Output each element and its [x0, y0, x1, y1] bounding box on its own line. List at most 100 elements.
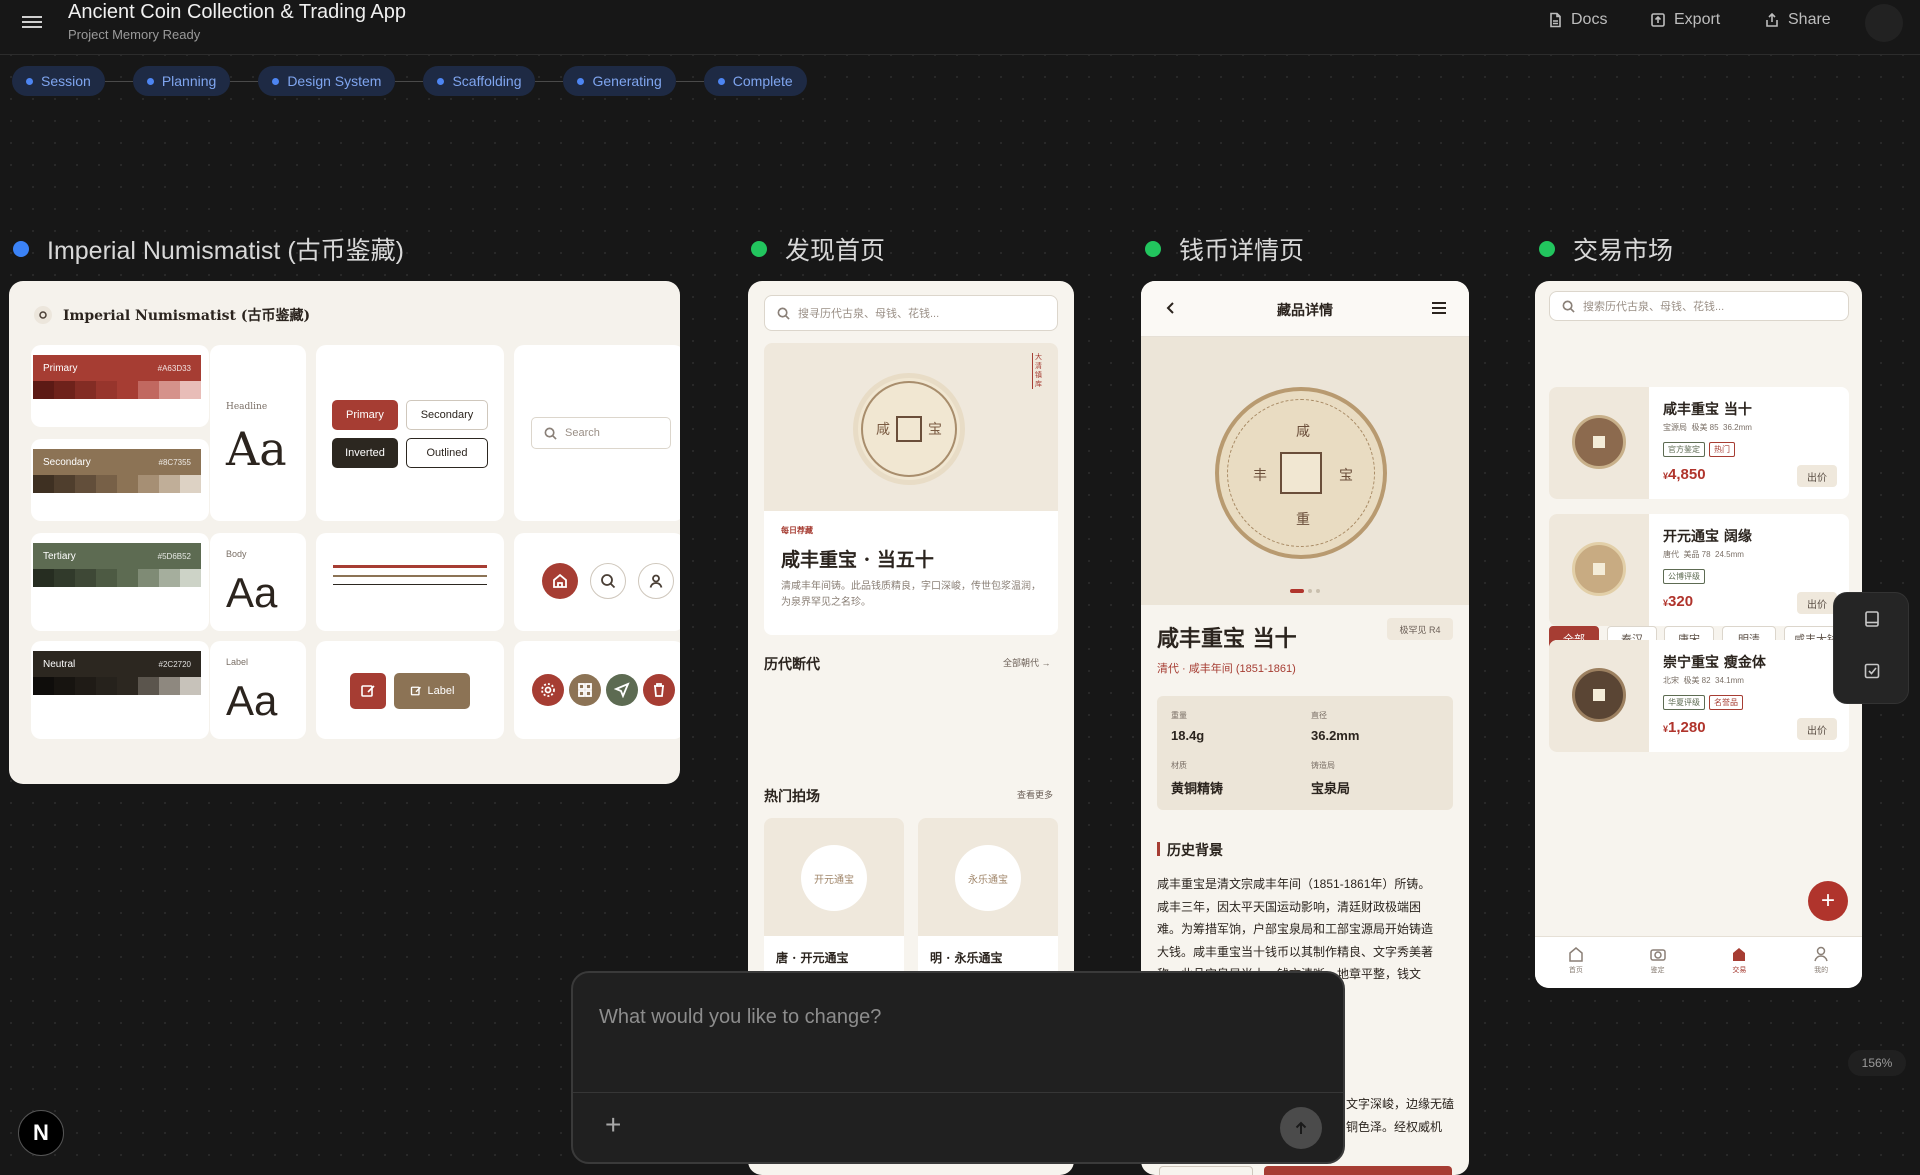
book-tool-button[interactable] [1834, 593, 1910, 645]
type-label-headline: Headline [226, 402, 268, 412]
listing-card[interactable]: 崇宁重宝 瘦金体 北宋 极美 82 34.1mm 华夏评级 名誉品 ¥1,280 … [1549, 640, 1849, 752]
discover-search-input[interactable]: 搜寻历代古泉、母钱、花钱... [764, 295, 1058, 331]
search-icon-button[interactable] [590, 563, 626, 599]
section-title-detail[interactable]: 钱币详情页 [1145, 231, 1304, 267]
section-title-design-system[interactable]: Imperial Numismatist (古币鉴藏) [13, 231, 404, 267]
coin-char: 丰 [1253, 467, 1267, 483]
step-scaffolding[interactable]: Scaffolding [423, 66, 536, 96]
section-title-discover[interactable]: 发现首页 [751, 231, 885, 267]
zoom-level[interactable]: 156% [1848, 1050, 1906, 1076]
divider-neutral [333, 584, 487, 585]
coin-hole [1280, 452, 1322, 494]
shade-chip [117, 381, 138, 399]
listing-card[interactable]: 咸丰重宝 当十 宝源局 极美 85 36.2mm 官方鉴定 热门 ¥4,850 出… [1549, 387, 1849, 499]
nav-appraise[interactable]: 鉴定 [1617, 937, 1699, 988]
edit-icon-button[interactable] [350, 673, 386, 709]
listing-image [1549, 514, 1649, 626]
dynasty-more-link[interactable]: 全部朝代 → [1003, 656, 1051, 669]
secondary-action-button[interactable] [1159, 1166, 1253, 1175]
grid-icon-button[interactable] [569, 674, 601, 706]
bid-button[interactable]: 出价 [1797, 465, 1837, 487]
listing-card[interactable]: 开元通宝 阔缘 唐代 美品 78 24.5mm 公博评级 ¥320 出价 [1549, 514, 1849, 626]
check-tool-button[interactable] [1834, 645, 1910, 697]
coin-face: 咸 宝 [861, 381, 957, 477]
add-listing-button[interactable]: + [1808, 881, 1848, 921]
history-text-more: 文字深峻，边缘无磕 铜色泽。经权威机 [1346, 1093, 1454, 1138]
docs-button[interactable]: Docs [1547, 11, 1607, 29]
history-line: 大钱。咸丰重宝当十钱币以其制作精良、文字秀美著 [1157, 944, 1434, 959]
color-swatch-primary: Primary #A63D33 [33, 355, 201, 401]
auction-card[interactable]: 开元通宝 唐 · 开元通宝 [764, 818, 904, 978]
primary-action-button[interactable] [1264, 1166, 1452, 1175]
bid-button[interactable]: 出价 [1797, 592, 1837, 614]
step-connector [675, 80, 704, 82]
step-generating[interactable]: Generating [563, 66, 676, 96]
market-screen[interactable]: 搜索历代古泉、母钱、花钱... 全部秦汉唐宋明清咸丰大钱 咸丰重宝 当十 宝源局… [1535, 281, 1862, 988]
shade-chip [138, 569, 159, 587]
grid-icon [578, 683, 592, 697]
carousel-dots[interactable] [1290, 589, 1320, 593]
next-logo[interactable]: N [18, 1110, 64, 1156]
shade-chip [33, 381, 54, 399]
history-line: 咸丰三年，因太平天国运动影响，清廷财政极端困 [1157, 899, 1422, 914]
attach-plus-icon[interactable]: + [605, 1109, 621, 1141]
outlined-button-sample[interactable]: Outlined [406, 438, 488, 468]
user-avatar[interactable] [1865, 4, 1903, 42]
type-sample-label: Aa [226, 677, 278, 724]
nav-label: 我的 [1814, 967, 1829, 974]
primary-button-sample[interactable]: Primary [332, 400, 398, 430]
shade-chip [159, 475, 180, 493]
profile-icon-button[interactable] [638, 563, 674, 599]
status-dot-icon [13, 241, 29, 257]
shade-chip [159, 569, 180, 587]
export-button[interactable]: Export [1650, 11, 1720, 29]
secondary-button-sample[interactable]: Secondary [406, 400, 488, 430]
market-search-input[interactable]: 搜索历代古泉、母钱、花钱... [1549, 291, 1849, 321]
project-title[interactable]: Ancient Coin Collection & Trading App [68, 1, 406, 24]
send-button[interactable] [1280, 1107, 1322, 1149]
status-dot-icon [437, 77, 445, 85]
auction-card[interactable]: 永乐通宝 明 · 永乐通宝 [918, 818, 1058, 978]
step-complete[interactable]: Complete [703, 66, 807, 96]
settings-icon-button[interactable] [532, 674, 564, 706]
shade-chip [54, 381, 75, 399]
action-icon-card [514, 641, 680, 739]
project-status: Project Memory Ready [68, 27, 201, 42]
feature-card[interactable]: 咸 宝 大清镇库 每日荐藏 咸丰重宝 · 当五十 清咸丰年间铸。此品钱质精良，字… [764, 343, 1058, 635]
section-label: Imperial Numismatist (古币鉴藏) [47, 237, 404, 265]
share-button[interactable]: Share [1764, 11, 1831, 29]
trash-icon [654, 683, 664, 697]
step-session[interactable]: Session [12, 66, 105, 96]
listing-image [1549, 387, 1649, 499]
search-icon [1562, 300, 1575, 313]
type-card-label: Label Aa [210, 641, 306, 739]
send-icon-button[interactable] [606, 674, 638, 706]
document-icon [1550, 12, 1561, 28]
nav-trade[interactable]: 交易 [1699, 937, 1781, 988]
home-icon [1569, 947, 1583, 962]
home-icon-button[interactable] [542, 563, 578, 599]
shade-chip [180, 381, 201, 399]
section-title-market[interactable]: 交易市场 [1539, 231, 1673, 267]
delete-icon-button[interactable] [643, 674, 675, 706]
step-planning[interactable]: Planning [132, 66, 231, 96]
label-icon-button[interactable]: Label [394, 673, 470, 709]
spec-value: 18.4g [1171, 728, 1205, 743]
chat-input[interactable]: What would you like to change? [599, 1006, 881, 1029]
design-system-panel[interactable]: Imperial Numismatist (古币鉴藏) Primary #A63D… [9, 281, 680, 784]
listing-tags: 官方鉴定 热门 [1663, 439, 1739, 457]
menu-icon[interactable] [1431, 301, 1447, 315]
nav-home[interactable]: 首页 [1535, 937, 1617, 988]
hamburger-menu-icon[interactable] [22, 13, 42, 29]
history-accent-bar [1157, 842, 1160, 856]
nav-label: 鉴定 [1650, 967, 1665, 974]
coin-illustration: 咸 宝 [853, 373, 965, 485]
search-input-sample[interactable]: Search [531, 417, 671, 449]
shade-chip [33, 677, 54, 695]
inverted-button-sample[interactable]: Inverted [332, 438, 398, 468]
nav-profile[interactable]: 我的 [1780, 937, 1862, 988]
step-design-system[interactable]: Design System [258, 66, 396, 96]
bid-button[interactable]: 出价 [1797, 718, 1837, 740]
auction-more-link[interactable]: 查看更多 [1017, 788, 1053, 801]
shade-chip [33, 569, 54, 587]
